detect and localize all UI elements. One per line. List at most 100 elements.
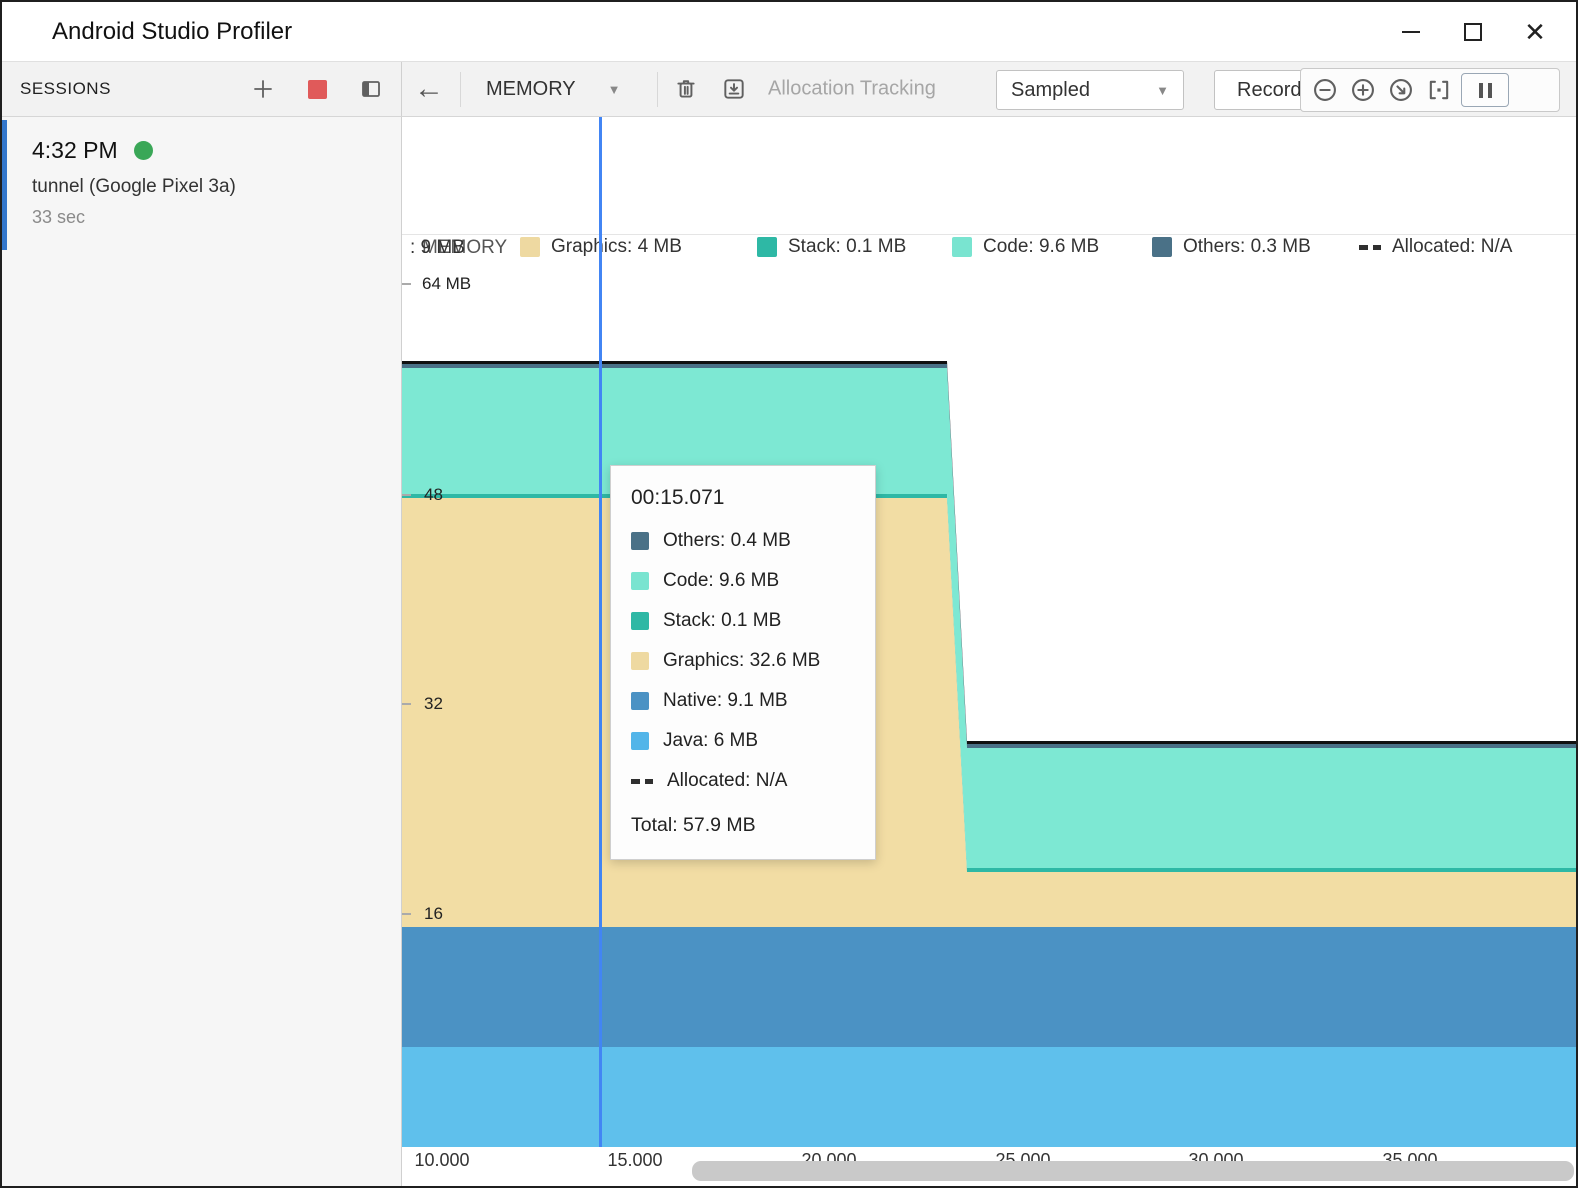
close-icon: ✕ — [1524, 19, 1546, 45]
x-axis-label: 15.000 — [607, 1150, 662, 1171]
stage-dropdown-label: MEMORY — [486, 78, 576, 101]
trash-icon — [673, 76, 699, 102]
profiler-toolbar: ← MEMORY ▼ Allocation Tracking Sampled ▼… — [402, 62, 1576, 116]
collapse-panel-button[interactable] — [355, 73, 387, 105]
tooltip-swatch-native — [631, 692, 649, 710]
legend-label: Allocated: N/A — [1392, 236, 1512, 258]
legend-swatch-others — [1152, 237, 1172, 257]
zoom-controls — [1300, 68, 1560, 112]
horizontal-scrollbar[interactable] — [692, 1161, 1574, 1181]
minimize-icon — [1402, 31, 1420, 33]
tooltip-label: Allocated: N/A — [667, 770, 787, 792]
heap-dump-icon — [721, 76, 747, 102]
chart-band-native — [402, 927, 1576, 1047]
legend-separator — [402, 234, 1576, 235]
stop-session-button[interactable] — [301, 73, 333, 105]
tooltip-row-java: Java: 6 MB — [631, 730, 855, 752]
y-tick — [402, 913, 411, 915]
toolbar-row: SESSIONS ← MEMORY ▼ — [2, 62, 1576, 117]
frame-selection-button[interactable] — [1423, 74, 1455, 106]
pause-icon — [1479, 83, 1483, 98]
frame-brackets-icon — [1425, 76, 1453, 104]
zoom-to-fit-icon — [1387, 76, 1415, 104]
sessions-title: SESSIONS — [20, 79, 111, 99]
add-session-button[interactable] — [247, 73, 279, 105]
legend-swatch-stack — [757, 237, 777, 257]
zoom-out-button[interactable] — [1309, 74, 1341, 106]
plus-icon — [251, 77, 275, 101]
session-time-row: 4:32 PM — [32, 137, 401, 164]
zoom-in-button[interactable] — [1347, 74, 1379, 106]
tooltip-total: Total: 57.9 MB — [631, 814, 855, 837]
y-axis-label: 32 — [424, 694, 443, 714]
capture-heap-dump-button[interactable] — [718, 73, 750, 105]
tooltip-label: Native: 9.1 MB — [663, 690, 788, 712]
pause-live-button[interactable] — [1461, 73, 1509, 107]
y-axis-label: 64 MB — [422, 274, 471, 294]
tooltip-swatch-allocated — [631, 779, 653, 784]
tooltip-label: Code: 9.6 MB — [663, 570, 779, 592]
session-live-dot — [134, 141, 153, 160]
toolbar-separator — [657, 72, 658, 107]
window-title: Android Studio Profiler — [52, 2, 292, 61]
tooltip-swatch-stack — [631, 612, 649, 630]
tooltip-row-graphics: Graphics: 32.6 MB — [631, 650, 855, 672]
tooltip-time: 00:15.071 — [631, 486, 855, 510]
window-controls: ✕ — [1380, 2, 1566, 61]
session-list-item[interactable]: 4:32 PM tunnel (Google Pixel 3a) 33 sec — [2, 117, 401, 257]
legend-label: Stack: 0.1 MB — [788, 236, 906, 258]
allocation-tracking-label: Allocation Tracking — [768, 78, 936, 101]
legend-swatch-graphics — [520, 237, 540, 257]
maximize-icon — [1464, 23, 1482, 41]
stage-dropdown[interactable]: MEMORY ▼ — [474, 62, 633, 116]
legend-label: Code: 9.6 MB — [983, 236, 1099, 258]
chart-band-java — [402, 1047, 1576, 1147]
tooltip-row-others: Others: 0.4 MB — [631, 530, 855, 552]
tooltip-row-stack: Stack: 0.1 MB — [631, 610, 855, 632]
record-button-label: Record — [1237, 79, 1301, 102]
legend-item-stack: Stack: 0.1 MB — [757, 236, 906, 258]
pause-icon — [1488, 83, 1492, 98]
close-button[interactable]: ✕ — [1504, 2, 1566, 61]
legend-label: Others: 0.3 MB — [1183, 236, 1311, 258]
minimize-button[interactable] — [1380, 2, 1442, 61]
reset-zoom-button[interactable] — [1385, 74, 1417, 106]
sessions-panel-header: SESSIONS — [2, 62, 402, 116]
memory-chart-region[interactable]: MEMORY : 9 MB Graphics: 4 MB Stack: 0.1 … — [402, 117, 1576, 1188]
sampling-mode-select[interactable]: Sampled ▼ — [996, 70, 1184, 110]
y-tick — [402, 494, 411, 496]
delete-session-button[interactable] — [670, 73, 702, 105]
tooltip-swatch-graphics — [631, 652, 649, 670]
session-device: tunnel (Google Pixel 3a) — [32, 176, 401, 198]
session-time: 4:32 PM — [32, 137, 118, 164]
body: 4:32 PM tunnel (Google Pixel 3a) 33 sec … — [2, 117, 1576, 1188]
tooltip-label: Stack: 0.1 MB — [663, 610, 781, 632]
maximize-button[interactable] — [1442, 2, 1504, 61]
legend-label: Graphics: 4 MB — [551, 236, 682, 258]
chevron-down-icon: ▼ — [608, 82, 621, 97]
y-axis-label: 16 — [424, 904, 443, 924]
legend-item-code: Code: 9.6 MB — [952, 236, 1099, 258]
minus-circle-icon — [1311, 76, 1339, 104]
legend-clipped-item: : 9 MB — [410, 237, 465, 259]
tooltip-swatch-others — [631, 532, 649, 550]
y-tick — [402, 283, 411, 285]
timeline-selection-line[interactable] — [599, 117, 602, 1147]
sessions-panel: 4:32 PM tunnel (Google Pixel 3a) 33 sec — [2, 117, 402, 1188]
tooltip-row-allocated: Allocated: N/A — [631, 770, 855, 792]
back-button[interactable]: ← — [414, 72, 444, 106]
titlebar: Android Studio Profiler ✕ — [2, 2, 1576, 62]
toolbar-separator — [460, 72, 461, 107]
tooltip-swatch-code — [631, 572, 649, 590]
tooltip-row-native: Native: 9.1 MB — [631, 690, 855, 712]
chart-tooltip: 00:15.071 Others: 0.4 MB Code: 9.6 MB St… — [610, 465, 876, 860]
legend-swatch-code — [952, 237, 972, 257]
stop-icon — [308, 80, 327, 99]
plus-circle-icon — [1349, 76, 1377, 104]
legend-item-others: Others: 0.3 MB — [1152, 236, 1311, 258]
profiler-window: Android Studio Profiler ✕ SESSIONS — [0, 0, 1578, 1188]
session-duration: 33 sec — [32, 207, 401, 228]
legend-item-allocated: Allocated: N/A — [1359, 236, 1512, 258]
tooltip-label: Graphics: 32.6 MB — [663, 650, 820, 672]
tooltip-label: Java: 6 MB — [663, 730, 758, 752]
